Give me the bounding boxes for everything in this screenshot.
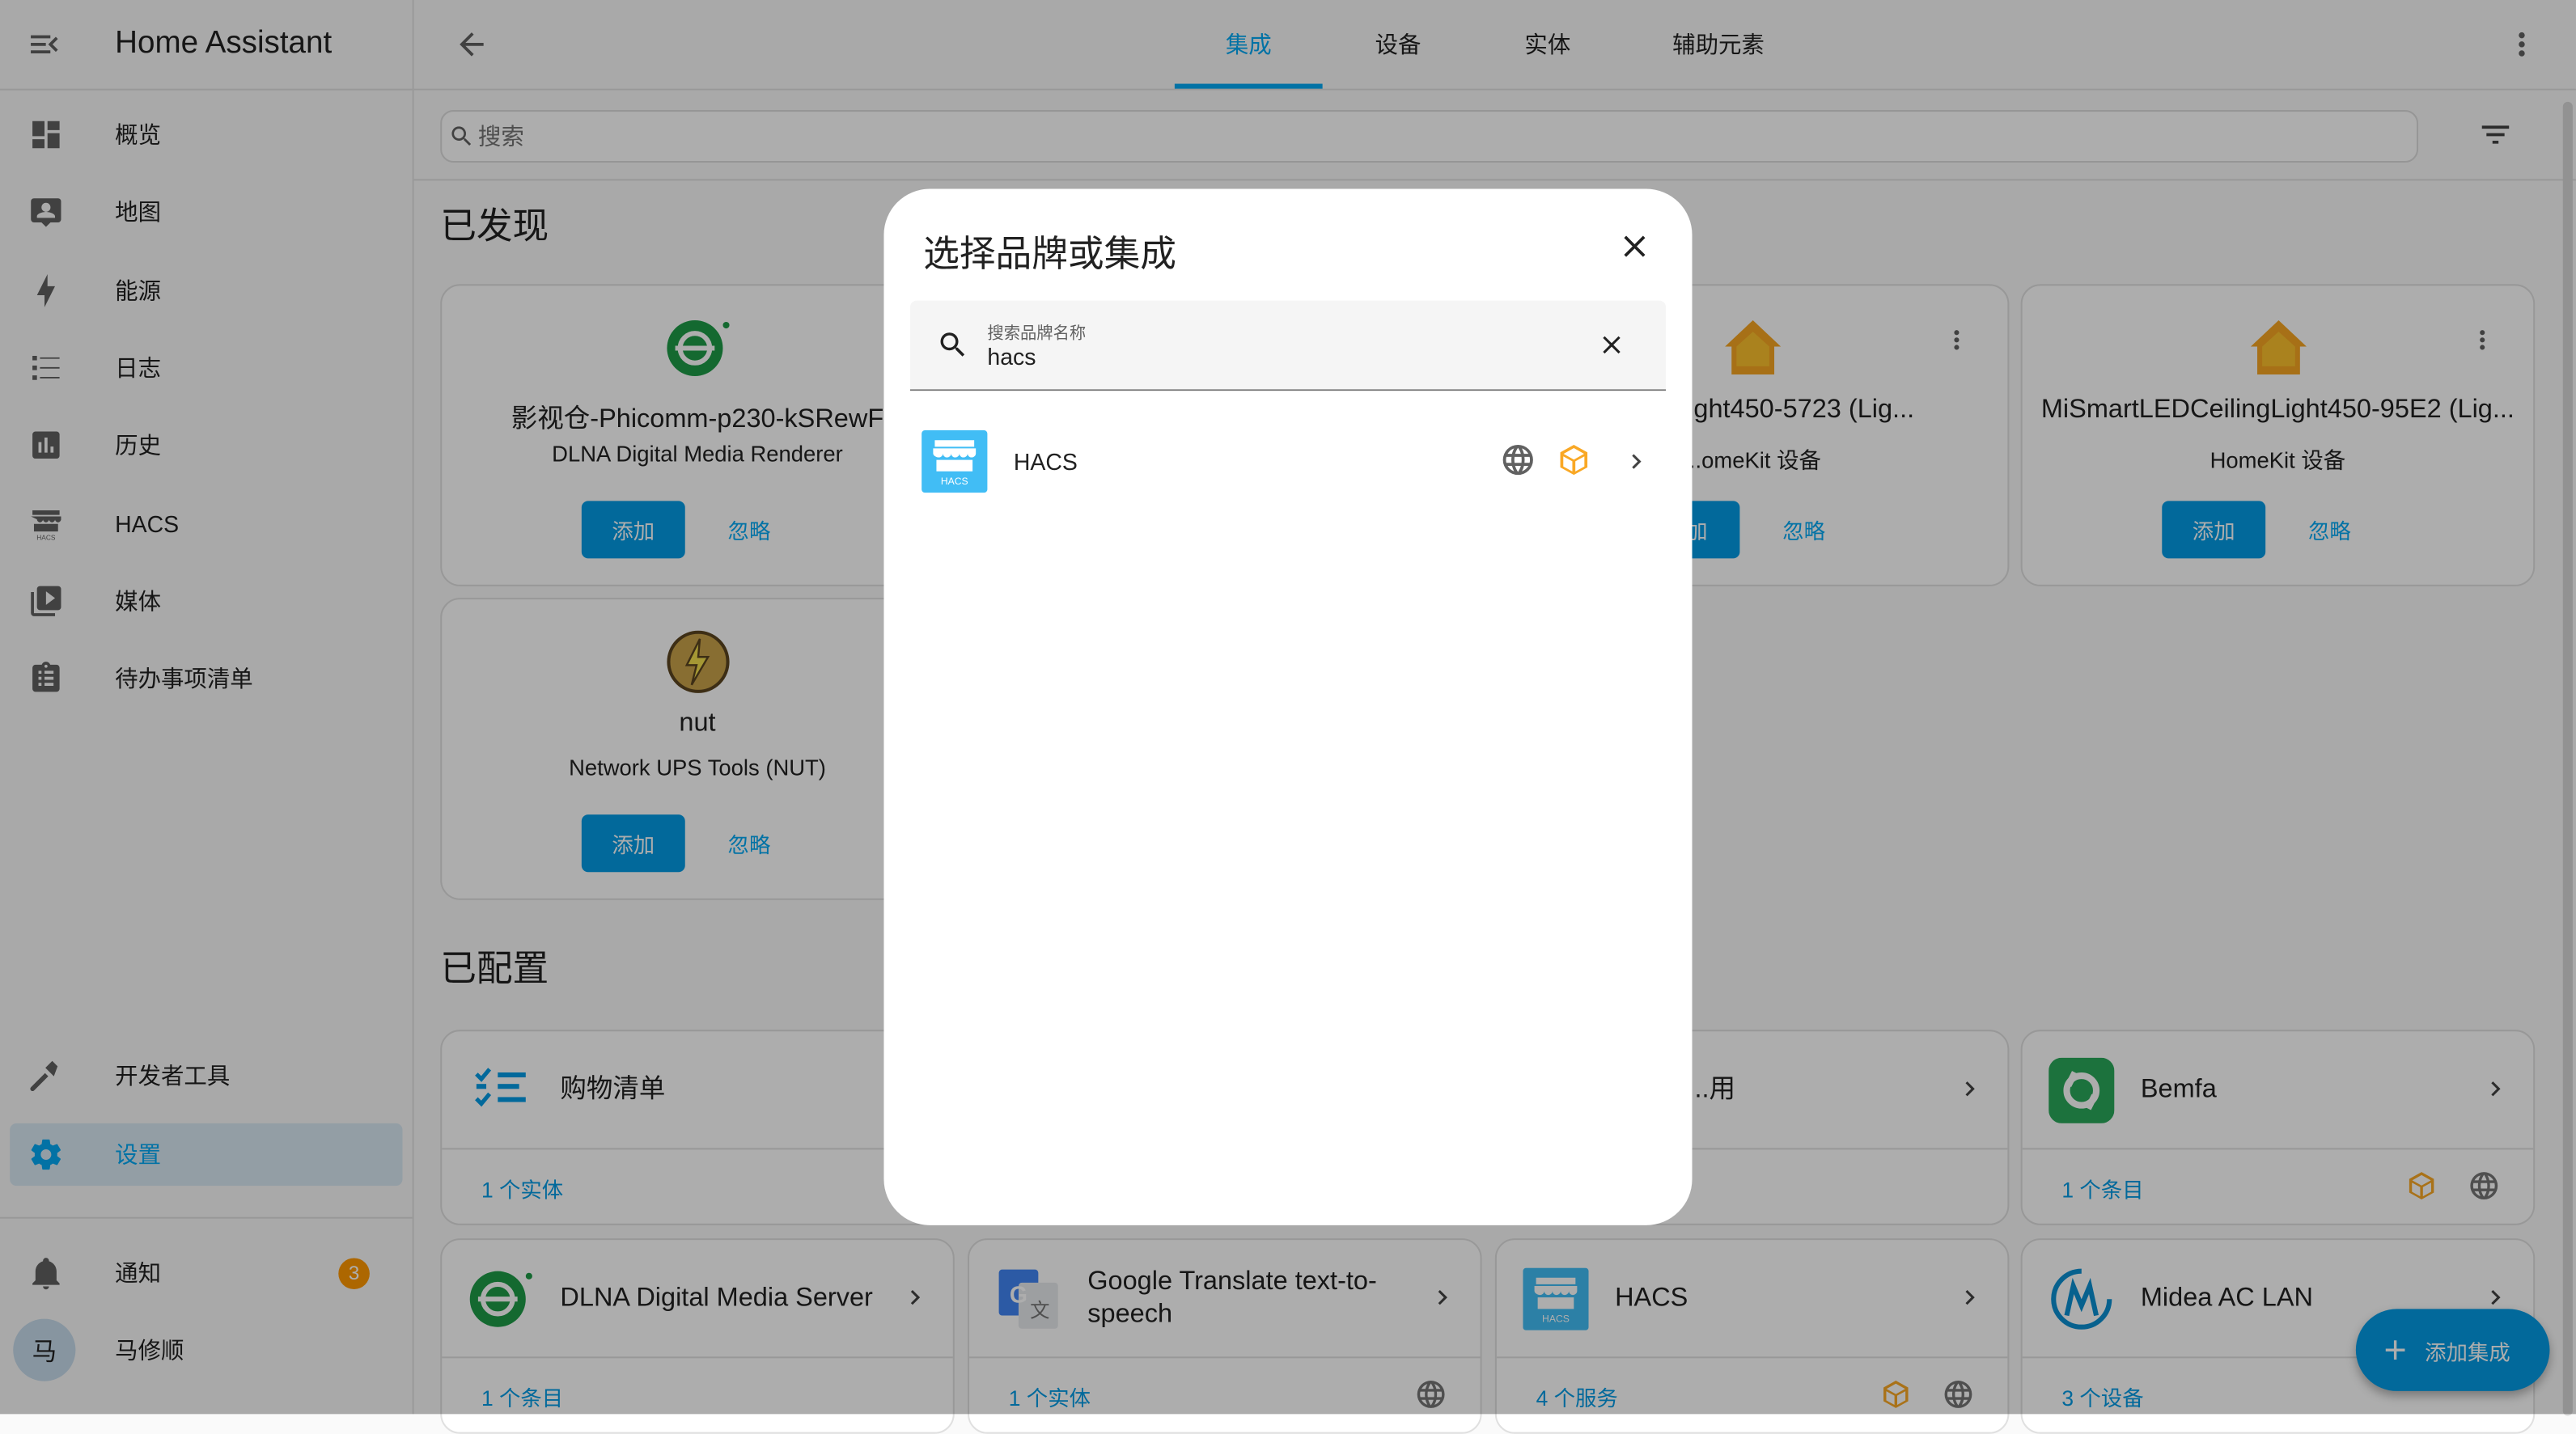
close-icon — [1624, 235, 1646, 257]
chevron-right-icon — [1632, 454, 1642, 469]
brand-search-value[interactable]: hacs — [987, 343, 1036, 369]
clear-search-button[interactable] — [1597, 330, 1627, 368]
dialog-title: 选择品牌或集成 — [923, 233, 1176, 275]
custom-integration-icon — [1560, 444, 1588, 476]
hacs-logo: HACS — [922, 430, 988, 493]
search-result-item[interactable]: HACS HACS — [883, 416, 1692, 508]
result-name: HACS — [1013, 448, 1078, 475]
search-icon — [940, 332, 965, 357]
close-icon — [1603, 336, 1621, 354]
dialog-close-button[interactable] — [1616, 228, 1653, 273]
app-root: Home Assistant 概览 地图 能源 日志 历史 HACS HACS — [0, 0, 2576, 1434]
cloud-globe-icon — [1502, 444, 1533, 476]
brand-search-label: 搜索品牌名称 — [987, 325, 1087, 344]
hacs-store-icon: HACS — [933, 440, 977, 487]
stage: Home Assistant 概览 地图 能源 日志 历史 HACS HACS — [0, 0, 2576, 1434]
brand-search-field[interactable]: 搜索品牌名称 hacs — [909, 300, 1667, 391]
brand-integration-dialog: 选择品牌或集成 搜索品牌名称 hacs HACS HACS — [883, 188, 1693, 1225]
hacs-logo-text: HACS — [941, 476, 968, 487]
